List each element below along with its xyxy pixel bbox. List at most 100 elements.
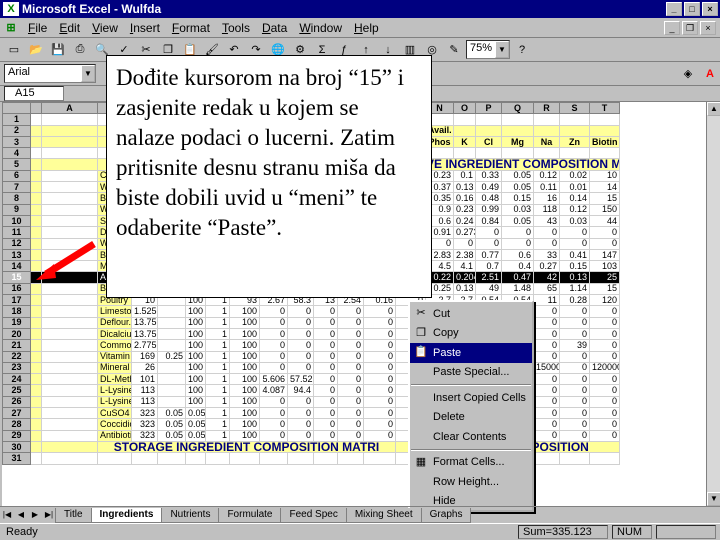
font-color-icon[interactable]: A — [700, 64, 720, 84]
cell[interactable]: 1.525 — [131, 305, 158, 318]
cell[interactable]: 0 — [259, 361, 288, 375]
cell[interactable] — [41, 350, 98, 363]
cell[interactable]: 0.05 — [185, 418, 206, 431]
cell[interactable]: 0 — [533, 407, 560, 420]
cell[interactable] — [30, 316, 42, 329]
cell[interactable]: 5.606 — [259, 373, 288, 386]
cell[interactable]: 0.11 — [533, 181, 560, 194]
column-header[interactable]: S — [559, 102, 590, 115]
cell[interactable]: 25 — [589, 271, 620, 284]
cell[interactable] — [157, 452, 186, 465]
cell[interactable]: 323 — [131, 429, 158, 442]
cell[interactable]: 100 — [185, 395, 206, 409]
menu-edit[interactable]: Edit — [53, 21, 86, 35]
cell[interactable]: 100 — [185, 316, 206, 329]
cell[interactable]: 100 — [229, 418, 260, 431]
cell[interactable]: 1 — [205, 429, 230, 442]
cell[interactable]: 0 — [559, 384, 590, 397]
row-header[interactable]: 22 — [2, 350, 31, 363]
tab-feed-spec[interactable]: Feed Spec — [280, 507, 347, 523]
cell[interactable]: 0.23 — [453, 203, 476, 216]
column-header[interactable]: R — [533, 102, 560, 115]
cell[interactable]: 0 — [259, 327, 288, 341]
row-header[interactable]: 2 — [2, 124, 31, 137]
cell[interactable]: 0 — [337, 316, 364, 329]
cell[interactable]: 0 — [363, 339, 396, 352]
cell[interactable]: 0 — [287, 361, 314, 375]
cell[interactable]: 100 — [229, 407, 260, 420]
cell[interactable]: 0 — [589, 350, 620, 363]
cell[interactable]: 1 — [205, 407, 230, 420]
cell[interactable] — [30, 361, 42, 375]
cell[interactable] — [157, 327, 186, 341]
cell[interactable]: 100 — [229, 361, 260, 375]
cell[interactable] — [533, 452, 560, 465]
cell[interactable]: 100 — [229, 339, 260, 352]
cell[interactable]: 2.38 — [453, 248, 476, 262]
cell[interactable] — [157, 305, 186, 318]
cell[interactable]: 0 — [363, 418, 396, 431]
cell[interactable] — [185, 452, 206, 465]
cell[interactable] — [30, 113, 42, 126]
cell[interactable] — [30, 440, 42, 454]
column-header[interactable]: A — [41, 102, 98, 115]
row-header[interactable]: 15 — [2, 271, 31, 284]
cell[interactable] — [157, 384, 186, 397]
row-header[interactable]: 28 — [2, 418, 31, 431]
cell[interactable] — [41, 327, 98, 341]
cell[interactable] — [157, 339, 186, 352]
cell[interactable]: 1 — [205, 373, 230, 386]
cell[interactable]: 0.05 — [185, 407, 206, 420]
name-box[interactable]: A15 — [4, 86, 64, 101]
cell[interactable]: 0.05 — [157, 407, 186, 420]
cell[interactable] — [30, 214, 42, 228]
cell[interactable]: 0 — [559, 305, 590, 318]
cell[interactable]: 0 — [559, 418, 590, 431]
cell[interactable]: 0.03 — [501, 203, 534, 216]
cell[interactable]: 33 — [533, 248, 560, 262]
cell[interactable] — [157, 361, 186, 375]
font-select[interactable]: Arial ▼ — [4, 64, 96, 83]
cell[interactable] — [30, 294, 42, 307]
cell[interactable]: 0.33 — [475, 169, 502, 183]
drawing-icon[interactable]: ✎ — [444, 40, 464, 60]
cell[interactable]: 0.01 — [559, 181, 590, 194]
next-sheet-icon[interactable]: ▶ — [28, 508, 42, 522]
maximize-button[interactable]: □ — [684, 2, 700, 16]
cell[interactable]: 0 — [287, 350, 314, 363]
cell[interactable]: 323 — [131, 418, 158, 431]
cell[interactable] — [30, 282, 42, 296]
cell[interactable]: 0.273 — [453, 226, 476, 239]
cell[interactable]: 0 — [287, 407, 314, 420]
cell[interactable]: 0 — [559, 316, 590, 329]
cell[interactable] — [30, 418, 42, 431]
cell[interactable]: 0 — [363, 350, 396, 363]
cell[interactable] — [337, 452, 364, 465]
cell[interactable]: 49 — [475, 282, 502, 296]
cell[interactable]: 1 — [205, 327, 230, 341]
cell[interactable] — [41, 373, 98, 386]
cell[interactable]: Biotin — [589, 135, 620, 149]
cell[interactable]: 0 — [287, 316, 314, 329]
cell[interactable]: 0 — [313, 418, 338, 431]
ctx-item-delete[interactable]: Delete — [410, 408, 532, 428]
cell[interactable] — [30, 305, 42, 318]
cell[interactable]: 0 — [533, 237, 560, 250]
cell[interactable]: 0 — [313, 395, 338, 409]
cell[interactable] — [41, 305, 98, 318]
column-header[interactable]: P — [475, 102, 502, 115]
cell[interactable]: 15 — [589, 192, 620, 205]
cell[interactable]: 101 — [131, 373, 158, 386]
cell[interactable] — [30, 384, 42, 397]
cell[interactable]: 0.24 — [453, 214, 476, 228]
cell[interactable]: 100 — [229, 384, 260, 397]
cell[interactable]: 1 — [205, 339, 230, 352]
menu-window[interactable]: Window — [293, 21, 348, 35]
cell[interactable]: 0 — [453, 237, 476, 250]
cell[interactable]: 0 — [259, 418, 288, 431]
cell[interactable] — [30, 429, 42, 442]
row-header[interactable]: 8 — [2, 192, 31, 205]
cell[interactable]: 0.25 — [157, 350, 186, 363]
cell[interactable]: 0 — [313, 339, 338, 352]
cell[interactable] — [30, 147, 42, 160]
